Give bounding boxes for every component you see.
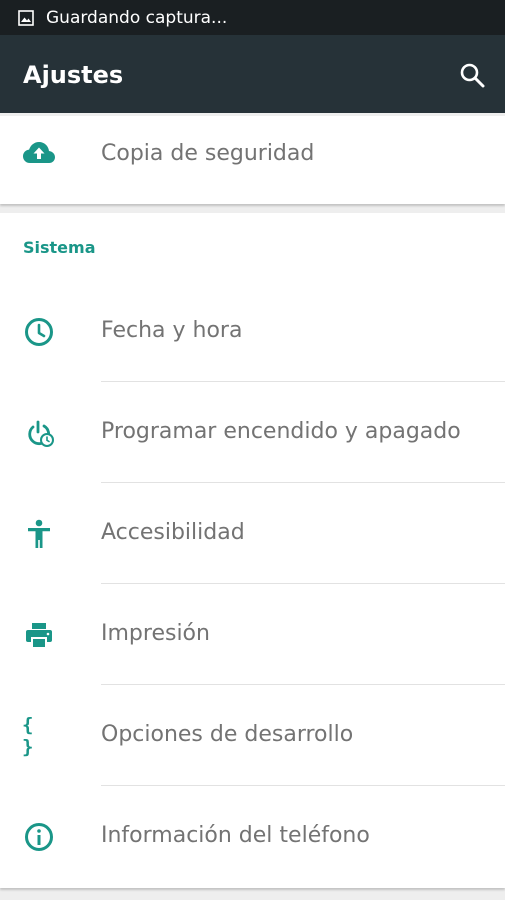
settings-item-label: Accesibilidad (101, 520, 245, 545)
app-bar: Ajustes (0, 35, 505, 113)
settings-item-label: Copia de seguridad (101, 141, 315, 166)
printer-icon (22, 618, 56, 652)
backup-card: Copia de seguridad (0, 116, 505, 204)
settings-item-label: Información del teléfono (101, 823, 370, 848)
accessibility-icon (22, 517, 56, 551)
settings-item-label: Opciones de desarrollo (101, 722, 354, 747)
settings-item-scheduled-power[interactable]: Programar encendido y apagado (0, 382, 505, 483)
cloud-upload-icon (22, 136, 56, 170)
settings-item-label: Impresión (101, 621, 210, 646)
image-notification-icon (18, 9, 34, 26)
page-title: Ajustes (23, 61, 124, 89)
settings-item-backup[interactable]: Copia de seguridad (0, 116, 505, 204)
settings-item-developer-options[interactable]: { } Opciones de desarrollo (0, 685, 505, 786)
settings-item-accessibility[interactable]: Accesibilidad (0, 483, 505, 584)
search-button[interactable] (457, 60, 487, 90)
clock-icon (22, 315, 56, 349)
info-icon (22, 820, 56, 854)
notification-text: Guardando captura... (46, 7, 228, 28)
settings-item-phone-info[interactable]: Información del teléfono (0, 786, 505, 887)
section-header-system: Sistema (23, 238, 96, 257)
settings-item-label: Fecha y hora (101, 318, 243, 343)
system-card: Sistema Fecha y hora Programar encendido… (0, 213, 505, 888)
power-schedule-icon (22, 416, 56, 450)
braces-icon: { } (22, 714, 34, 758)
status-bar: Guardando captura... (0, 0, 505, 35)
settings-item-date-time[interactable]: Fecha y hora (0, 281, 505, 382)
settings-item-printing[interactable]: Impresión (0, 584, 505, 685)
search-icon (460, 63, 485, 88)
settings-item-label: Programar encendido y apagado (101, 419, 461, 444)
